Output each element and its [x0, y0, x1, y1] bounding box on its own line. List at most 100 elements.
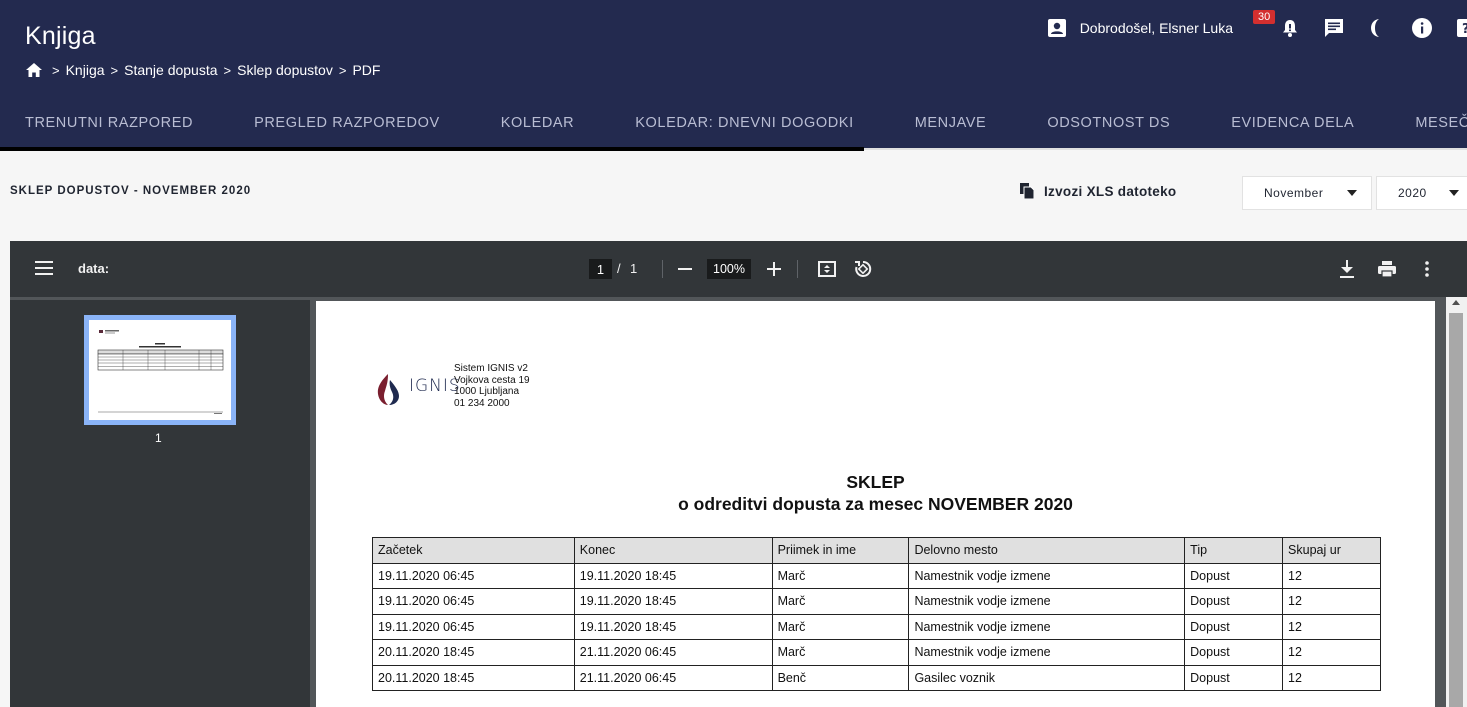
download-icon[interactable]	[1338, 259, 1356, 279]
year-select[interactable]: 2020	[1376, 176, 1467, 210]
rotate-icon[interactable]	[853, 259, 873, 279]
logo-wordmark: IGNIS	[409, 376, 461, 396]
page-count: 1	[630, 261, 638, 276]
table-cell: Namestnik vodje izmene	[908, 588, 1186, 615]
chat-icon	[1325, 19, 1343, 37]
account-box-icon	[1047, 19, 1066, 37]
table-cell: Dopust	[1184, 613, 1284, 640]
home-icon[interactable]	[26, 63, 42, 77]
table-cell: Benč	[771, 664, 910, 691]
table-cell: Marč	[771, 613, 910, 640]
zoom-in-icon[interactable]	[766, 261, 782, 277]
tab-odsotnost-ds[interactable]: ODSOTNOST DS	[1022, 100, 1195, 146]
table-cell: 12	[1282, 639, 1381, 666]
pdf-thumbnail-sidebar: 1	[10, 300, 310, 707]
table-row: 19.11.2020 06:45 19.11.2020 18:45 Marč N…	[372, 613, 1381, 640]
help-icon: ?	[1457, 19, 1467, 37]
column-header: Priimek in ime	[771, 537, 910, 564]
table-cell: Dopust	[1184, 664, 1284, 691]
tab-pregled-razporedov[interactable]: PREGLED RAZPOREDOV	[229, 100, 465, 146]
messages-button[interactable]	[1323, 17, 1345, 39]
table-cell: 19.11.2020 06:45	[372, 588, 575, 615]
export-xls-button[interactable]: Izvozi XLS datoteko	[1020, 183, 1176, 199]
page-thumbnail[interactable]	[84, 315, 236, 425]
tab-divider	[864, 148, 1467, 150]
pdf-viewer: data: 1 / 1 100% 1 IGNIS Sistem IGNIS v2…	[10, 241, 1467, 707]
breadcrumb-separator: >	[338, 62, 347, 78]
notifications-button[interactable]: 30	[1253, 10, 1301, 39]
chevron-down-icon	[1347, 190, 1357, 196]
table-cell: Namestnik vodje izmene	[908, 562, 1186, 589]
export-xls-label: Izvozi XLS datoteko	[1044, 183, 1177, 199]
year-select-value: 2020	[1398, 186, 1427, 200]
table-cell: 21.11.2020 06:45	[573, 639, 773, 666]
ignis-logo-icon	[377, 374, 399, 405]
tab-koledar[interactable]: KOLEDAR	[476, 100, 600, 146]
document-subtitle: o odreditvi dopusta za mesec NOVEMBER 20…	[678, 494, 1073, 514]
table-row: 20.11.2020 18:45 21.11.2020 06:45 Marč N…	[372, 639, 1381, 666]
document-title: SKLEP	[846, 472, 905, 492]
pdf-title: data:	[78, 261, 110, 276]
pdf-page: IGNIS Sistem IGNIS v2 Vojkova cesta 19 1…	[316, 301, 1435, 707]
breadcrumb-separator: >	[52, 62, 60, 78]
fit-page-icon[interactable]	[817, 259, 837, 279]
leave-table: Začetek Konec Priimek in ime Delovno mes…	[372, 537, 1381, 691]
toolbar-divider	[662, 260, 663, 278]
table-cell: 19.11.2020 18:45	[573, 613, 773, 640]
column-header: Konec	[573, 537, 773, 564]
tab-mesecni-plan[interactable]: MESEČNI PL	[1390, 100, 1467, 146]
tab-trenutni-razpored[interactable]: TRENUTNI RAZPORED	[0, 100, 218, 146]
table-row: 19.11.2020 06:45 19.11.2020 18:45 Marč N…	[372, 562, 1381, 589]
print-icon[interactable]	[1377, 259, 1397, 279]
table-cell: Dopust	[1184, 639, 1284, 666]
breadcrumb: > Knjiga > Stanje dopusta > Sklep dopust…	[26, 62, 386, 78]
table-cell: Dopust	[1184, 588, 1284, 615]
bell-icon	[1283, 20, 1297, 37]
tab-evidenca-dela[interactable]: EVIDENCA DELA	[1206, 100, 1379, 146]
table-cell: 19.11.2020 06:45	[372, 562, 575, 589]
tab-koledar-dnevni-dogodki[interactable]: KOLEDAR: DNEVNI DOGODKI	[610, 100, 878, 146]
table-cell: 19.11.2020 06:45	[372, 613, 575, 640]
more-vert-icon[interactable]	[1418, 259, 1436, 279]
thumbnail-image	[97, 330, 224, 414]
table-cell: 12	[1282, 664, 1381, 691]
table-cell: 21.11.2020 06:45	[573, 664, 773, 691]
zoom-input[interactable]: 100%	[707, 259, 751, 279]
company-line: 01 234 2000	[454, 397, 510, 409]
page-separator: /	[617, 261, 621, 276]
zoom-out-icon[interactable]	[677, 261, 693, 277]
user-greeting[interactable]: Dobrodošel, Elsner Luka	[1080, 20, 1233, 36]
table-cell: 20.11.2020 18:45	[372, 639, 575, 666]
help-button[interactable]: ?	[1455, 17, 1467, 39]
page-number-input[interactable]: 1	[589, 259, 612, 279]
menu-icon[interactable]	[35, 261, 53, 275]
page-heading: SKLEP DOPUSTOV - NOVEMBER 2020	[10, 185, 252, 197]
table-cell: 12	[1282, 613, 1381, 640]
column-header: Delovno mesto	[908, 537, 1186, 564]
table-cell: Marč	[771, 562, 910, 589]
pdf-toolbar: data: 1 / 1 100%	[10, 241, 1467, 297]
company-address: Sistem IGNIS v2 Vojkova cesta 19 1000 Lj…	[454, 363, 530, 409]
table-cell: Marč	[771, 639, 910, 666]
thumbnail-page-number: 1	[155, 431, 162, 445]
user-area: Dobrodošel, Elsner Luka 30 ?	[1047, 10, 1467, 40]
column-header: Skupaj ur	[1282, 537, 1381, 564]
breadcrumb-item-sklep-dopustov[interactable]: Sklep dopustov	[237, 62, 333, 78]
scroll-up-arrow-icon[interactable]	[1452, 300, 1460, 305]
breadcrumb-item-stanje-dopusta[interactable]: Stanje dopusta	[124, 62, 217, 78]
active-tab-indicator	[0, 147, 864, 151]
file-copy-icon	[1020, 183, 1034, 199]
app-title: Knjiga	[25, 22, 96, 50]
company-line: Sistem IGNIS v2	[454, 363, 528, 374]
table-cell: Gasilec voznik	[908, 664, 1186, 691]
info-button[interactable]	[1411, 17, 1433, 39]
tab-menjave[interactable]: MENJAVE	[890, 100, 1012, 146]
dark-mode-toggle[interactable]	[1367, 17, 1389, 39]
scrollbar-thumb[interactable]	[1449, 313, 1463, 707]
nav-tabs: TRENUTNI RAZPORED PREGLED RAZPOREDOV KOL…	[0, 100, 1467, 150]
month-select[interactable]: November	[1242, 176, 1372, 210]
thumbnail-preview	[89, 320, 231, 420]
breadcrumb-item-knjiga[interactable]: Knjiga	[66, 62, 105, 78]
info-icon	[1412, 18, 1432, 38]
pdf-scrollbar[interactable]	[1446, 297, 1467, 707]
